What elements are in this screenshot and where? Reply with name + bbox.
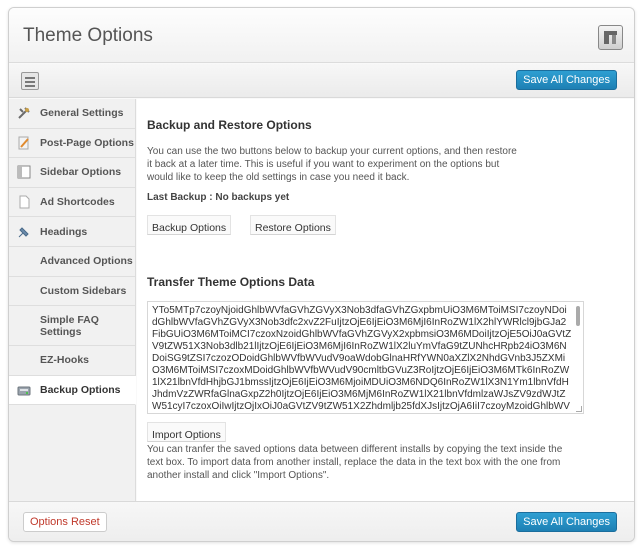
sidebar-item-backup-options[interactable]: Backup Options	[9, 375, 136, 406]
sidebar-item-advanced-options[interactable]: Advanced Options	[9, 247, 135, 277]
backup-description: You can use the two buttons below to bac…	[147, 146, 517, 183]
theme-options-panel: Theme Options Save All Changes General S…	[8, 7, 635, 542]
textarea-scrollbar[interactable]	[576, 306, 580, 326]
backup-options-button[interactable]: Backup Options	[147, 215, 232, 235]
textarea-resize-handle[interactable]	[576, 406, 582, 412]
transfer-description: You can tranfer the saved options data b…	[147, 444, 563, 481]
sidebar-item-label: Headings	[40, 225, 88, 238]
save-all-changes-footer-button[interactable]: Save All Changes	[516, 512, 617, 532]
sidebar-item-label: Advanced Options	[40, 255, 133, 268]
sidebar-item-label: Post-Page Options	[40, 136, 134, 149]
options-sidebar: General Settings Post-Page Options Sideb…	[9, 99, 136, 503]
sidebar-item-ad-shortcodes[interactable]: Ad Shortcodes	[9, 188, 135, 218]
sidebar-item-label: Ad Shortcodes	[40, 196, 115, 209]
sidebar-item-label: Sidebar Options	[40, 166, 122, 179]
sidebar-item-label: EZ-Hooks	[40, 354, 90, 367]
top-toolbar: Save All Changes	[9, 64, 634, 98]
sidebar-item-label: General Settings	[40, 107, 124, 120]
sidebar-item-label: Simple FAQ Settings	[40, 313, 99, 338]
sidebar-item-ez-hooks[interactable]: EZ-Hooks	[9, 346, 135, 376]
sidebar-item-post-page-options[interactable]: Post-Page Options	[9, 129, 135, 159]
save-all-changes-button[interactable]: Save All Changes	[516, 70, 617, 90]
sidebar-item-general-settings[interactable]: General Settings	[9, 99, 135, 129]
sidebar-item-simple-faq-settings[interactable]: Simple FAQ Settings	[9, 306, 135, 347]
page-title: Theme Options	[23, 25, 153, 46]
sidebar-item-label: Backup Options	[40, 384, 121, 397]
restore-options-button[interactable]: Restore Options	[250, 215, 336, 235]
import-options-button[interactable]: Import Options	[147, 422, 226, 442]
last-backup-status: Last Backup : No backups yet	[147, 192, 290, 203]
sidebar-item-sidebar-options[interactable]: Sidebar Options	[9, 158, 135, 188]
panel-footer: Options Reset Save All Changes	[9, 501, 634, 541]
options-data-textarea[interactable]: YTo5MTp7czoyNjoidGhlbWVfaGVhZGVyX3Nob3df…	[147, 301, 584, 414]
transfer-heading: Transfer Theme Options Data	[147, 275, 315, 289]
theme-logo-icon	[598, 25, 623, 50]
panel-header: Theme Options	[9, 8, 634, 63]
backup-options-content: Backup and Restore Options You can use t…	[137, 99, 634, 503]
options-data-text: YTo5MTp7czoyNjoidGhlbWVfaGVhZGVyX3Nob3df…	[152, 305, 572, 412]
backup-restore-heading: Backup and Restore Options	[147, 118, 312, 132]
sidebar-layout-icon	[17, 165, 31, 179]
pushpin-icon	[18, 226, 29, 238]
sidebar-item-label: Custom Sidebars	[40, 284, 127, 297]
sidebar-item-custom-sidebars[interactable]: Custom Sidebars	[9, 277, 135, 307]
menu-toggle-icon[interactable]	[21, 72, 39, 90]
options-reset-button[interactable]: Options Reset	[23, 512, 107, 532]
wrench-icon	[18, 107, 30, 120]
sidebar-item-headings[interactable]: Headings	[9, 217, 135, 247]
document-icon	[19, 195, 30, 209]
pencil-icon	[18, 136, 29, 150]
backup-drive-icon	[17, 386, 31, 396]
